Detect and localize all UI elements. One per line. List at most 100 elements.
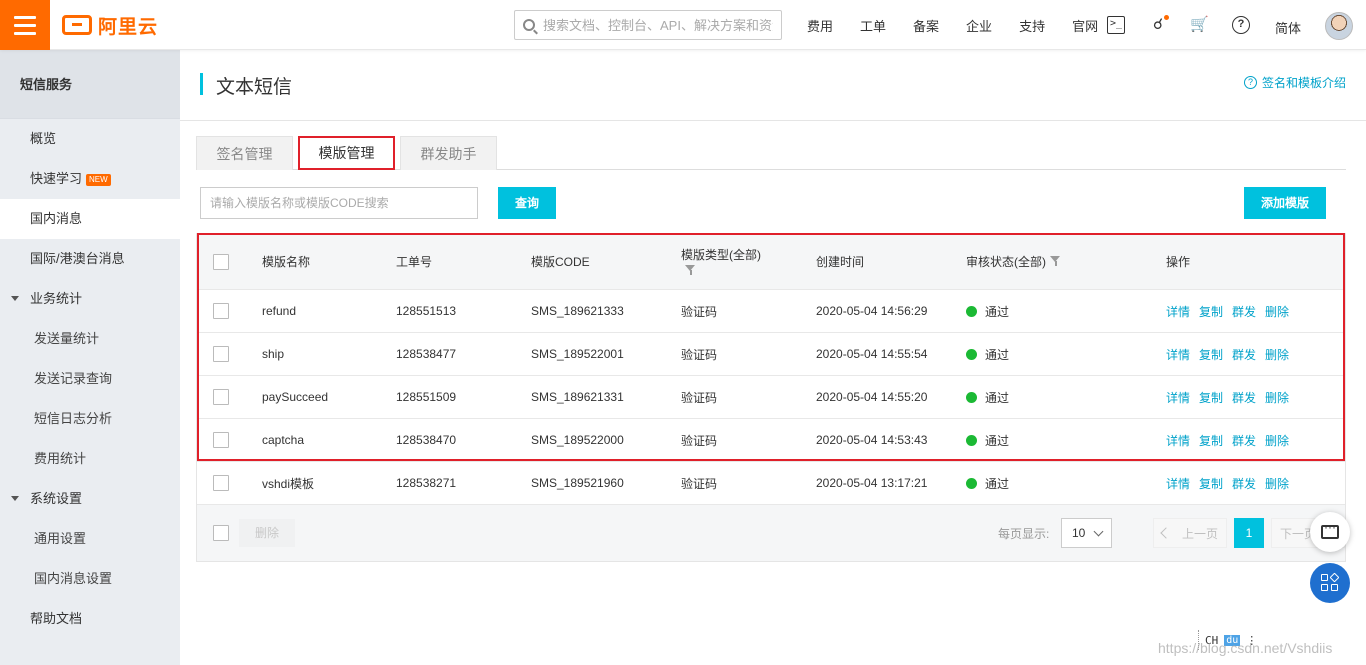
- cell-order-no: 128538470: [396, 433, 457, 447]
- row-checkbox[interactable]: [213, 346, 229, 362]
- sidebar-item-international[interactable]: 国际/港澳台消息: [0, 239, 180, 279]
- aliyun-logo-icon: [62, 15, 92, 35]
- op-bulk-send-link[interactable]: 群发: [1232, 475, 1256, 492]
- add-template-button[interactable]: 添加模版: [1244, 187, 1326, 219]
- question-circle-icon: ?: [1243, 76, 1257, 89]
- select-all-checkbox[interactable]: [213, 253, 229, 270]
- tab-bulk-send[interactable]: 群发助手: [400, 136, 497, 170]
- op-bulk-send-link[interactable]: 群发: [1232, 303, 1256, 320]
- op-delete-link[interactable]: 删除: [1265, 303, 1289, 320]
- language-switch[interactable]: 简体: [1275, 18, 1301, 37]
- row-checkbox[interactable]: [213, 303, 229, 319]
- cell-created: 2020-05-04 14:56:29: [816, 304, 928, 318]
- op-copy-link[interactable]: 复制: [1199, 475, 1223, 492]
- filter-icon[interactable]: [1050, 256, 1061, 267]
- op-delete-link[interactable]: 删除: [1265, 432, 1289, 449]
- op-details-link[interactable]: 详情: [1166, 475, 1190, 492]
- per-page-select[interactable]: 10: [1061, 518, 1112, 548]
- sidebar-item-help-docs[interactable]: 帮助文档: [0, 599, 180, 639]
- status-label: 通过: [985, 347, 1010, 362]
- global-search[interactable]: [514, 10, 782, 40]
- sidebar-item-general-settings[interactable]: 通用设置: [0, 519, 180, 559]
- footer-select-all-checkbox[interactable]: [213, 525, 229, 541]
- cell-created: 2020-05-04 14:55:54: [816, 347, 928, 361]
- help-link[interactable]: ? 签名和模板介绍: [1243, 74, 1346, 91]
- logo[interactable]: 阿里云: [62, 13, 158, 38]
- op-copy-link[interactable]: 复制: [1199, 303, 1223, 320]
- op-copy-link[interactable]: 复制: [1199, 346, 1223, 363]
- tab-templates[interactable]: 模版管理: [298, 136, 395, 170]
- nav-enterprise[interactable]: 企业: [966, 16, 992, 35]
- terminal-icon[interactable]: >_: [1107, 16, 1125, 34]
- sidebar-item-send-records[interactable]: 发送记录查询: [0, 359, 180, 399]
- cell-ops: 详情 复制 群发 删除: [1166, 290, 1298, 332]
- prev-page-button[interactable]: 上一页: [1153, 518, 1227, 548]
- row-select-cell: [213, 419, 229, 461]
- apps-button[interactable]: [1310, 563, 1350, 603]
- template-search-input[interactable]: [200, 187, 478, 219]
- sidebar-item-log-analysis[interactable]: 短信日志分析: [0, 399, 180, 439]
- cart-icon[interactable]: 🛒: [1190, 16, 1209, 34]
- op-copy-link[interactable]: 复制: [1199, 432, 1223, 449]
- sidebar-item-overview[interactable]: 概览: [0, 119, 180, 159]
- op-bulk-send-link[interactable]: 群发: [1232, 432, 1256, 449]
- op-delete-link[interactable]: 删除: [1265, 475, 1289, 492]
- bulk-delete-button[interactable]: 删除: [239, 519, 295, 547]
- query-button[interactable]: 查询: [498, 187, 556, 219]
- op-details-link[interactable]: 详情: [1166, 389, 1190, 406]
- header-type[interactable]: 模版类型(全部): [681, 234, 761, 289]
- row-select-cell: [213, 290, 229, 332]
- op-details-link[interactable]: 详情: [1166, 303, 1190, 320]
- cell-status: 通过: [966, 462, 1009, 504]
- avatar[interactable]: [1325, 12, 1353, 40]
- title-accent-bar: [200, 73, 203, 95]
- cell-type: 验证码: [681, 304, 718, 319]
- op-details-link[interactable]: 详情: [1166, 432, 1190, 449]
- op-delete-link[interactable]: 删除: [1265, 389, 1289, 406]
- menu-icon[interactable]: [0, 0, 50, 50]
- table-row: refund 128551513 SMS_189621333 验证码 2020-…: [197, 290, 1345, 333]
- cell-name: vshdi模板: [262, 476, 315, 491]
- global-search-input[interactable]: [543, 17, 773, 33]
- sidebar-item-domestic[interactable]: 国内消息: [0, 199, 180, 239]
- per-page-label: 每页显示:: [998, 526, 1050, 541]
- row-checkbox[interactable]: [213, 475, 229, 491]
- tab-signatures[interactable]: 签名管理: [196, 136, 293, 170]
- chat-button[interactable]: [1310, 512, 1350, 552]
- sidebar-item-send-volume[interactable]: 发送量统计: [0, 319, 180, 359]
- sidebar-item-cost-stats[interactable]: 费用统计: [0, 439, 180, 479]
- op-bulk-send-link[interactable]: 群发: [1232, 346, 1256, 363]
- cell-code: SMS_189522000: [531, 433, 624, 447]
- sidebar-group-statistics[interactable]: 业务统计: [0, 279, 180, 319]
- row-checkbox[interactable]: [213, 432, 229, 448]
- op-bulk-send-link[interactable]: 群发: [1232, 389, 1256, 406]
- nav-official-site[interactable]: 官网: [1072, 16, 1098, 35]
- sidebar-item-label: 快速学习: [30, 171, 83, 186]
- sidebar-item-label: 国际/港澳台消息: [30, 251, 125, 266]
- header-type-label: 模版类型(全部): [681, 247, 761, 262]
- filter-icon[interactable]: [685, 264, 696, 276]
- op-delete-link[interactable]: 删除: [1265, 346, 1289, 363]
- nav-fees[interactable]: 费用: [807, 16, 833, 35]
- cell-name: paySucceed: [262, 390, 329, 404]
- nav-tickets[interactable]: 工单: [860, 16, 886, 35]
- sidebar-item-domestic-settings[interactable]: 国内消息设置: [0, 559, 180, 599]
- cell-order-no: 128538271: [396, 476, 457, 490]
- sidebar-group-settings[interactable]: 系统设置: [0, 479, 180, 519]
- nav-icp[interactable]: 备案: [913, 16, 939, 35]
- op-copy-link[interactable]: 复制: [1199, 389, 1223, 406]
- header-status[interactable]: 审核状态(全部): [966, 234, 1061, 289]
- page-number-button[interactable]: 1: [1234, 518, 1264, 548]
- sidebar-item-label: 国内消息设置: [34, 571, 113, 586]
- notification-dot: [1164, 15, 1169, 20]
- status-dot-icon: [966, 391, 977, 403]
- help-icon[interactable]: ?: [1232, 16, 1250, 34]
- main-content: 文本短信 ? 签名和模板介绍 签名管理 模版管理 群发助手 查询 添加模版 模版…: [180, 50, 1366, 665]
- nav-support[interactable]: 支持: [1019, 16, 1045, 35]
- sidebar-item-label: 系统设置: [30, 491, 83, 506]
- op-details-link[interactable]: 详情: [1166, 346, 1190, 363]
- sidebar-item-quick-start[interactable]: 快速学习 NEW: [0, 159, 180, 199]
- row-checkbox[interactable]: [213, 389, 229, 405]
- sidebar-item-label: 概览: [30, 131, 57, 146]
- sidebar-title: 短信服务: [0, 50, 180, 119]
